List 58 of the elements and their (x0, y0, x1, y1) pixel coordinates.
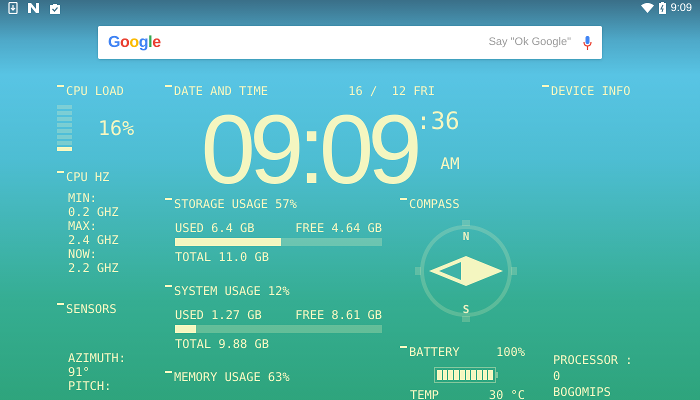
info-text: MIN: (68, 191, 98, 205)
compass-north: N (462, 230, 470, 243)
info-text: 0 (553, 368, 562, 384)
clock-period: AM (440, 155, 460, 173)
widget-title: STORAGE USAGE 57% (174, 197, 297, 212)
dash-mark (57, 171, 64, 173)
search-placeholder: Say "Ok Google" (488, 35, 571, 50)
dash-mark (57, 85, 64, 87)
dash-mark (400, 198, 407, 200)
battery-reading: 100% (496, 345, 525, 360)
info-text: FREE 4.64 GB (295, 221, 382, 235)
dash-mark (400, 346, 407, 348)
widget-title: COMPASS (409, 197, 460, 212)
info-text: MAX: (68, 219, 98, 233)
widget-title: DEVICE INFO (551, 84, 630, 99)
info-text: AZIMUTH: (68, 351, 126, 365)
widget-title: BATTERY (409, 345, 460, 360)
briefcase-check-icon (49, 2, 61, 14)
info-text: PROCESSOR : (553, 352, 632, 368)
battery-charging-icon (658, 2, 666, 14)
widget-title: CPU LOAD (66, 84, 124, 99)
info-text: TEMP (410, 388, 439, 400)
dash-mark (165, 285, 172, 287)
google-logo: Google (108, 32, 161, 52)
info-text: TOTAL 11.0 GB (174, 250, 270, 264)
date-text: 16 / 12 FRI (348, 84, 435, 99)
info-text: TOTAL 9.88 GB (174, 337, 270, 351)
widget-title: MEMORY USAGE 63% (174, 370, 290, 385)
info-text: 91° (68, 365, 91, 379)
info-text: 2.2 GHZ (68, 261, 119, 275)
download-icon (8, 2, 18, 14)
widget-title: SYSTEM USAGE 12% (174, 284, 290, 299)
info-text: 30 °C (488, 388, 525, 400)
clock-time: 09:09 (201, 99, 416, 199)
clock-seconds: :36 (416, 107, 460, 135)
info-text: FREE 8.61 GB (295, 308, 382, 322)
wifi-icon (640, 3, 654, 13)
dash-mark (165, 371, 172, 373)
microphone-icon[interactable] (583, 36, 592, 50)
info-text: NOW: (68, 247, 98, 261)
dash-mark (165, 198, 172, 200)
status-time: 9:09 (670, 2, 692, 14)
cpu-load-reading: 16% (98, 118, 134, 138)
dash-mark (542, 85, 549, 87)
widget-title: DATE AND TIME (174, 84, 268, 99)
search-bar[interactable]: Google Say "Ok Google" (98, 26, 602, 59)
info-text: USED 1.27 GB (175, 308, 262, 322)
info-text: 2.4 GHZ (68, 233, 119, 247)
dash-mark (165, 85, 172, 87)
dash-mark (57, 303, 64, 305)
info-text: PITCH: (68, 379, 112, 393)
info-text: USED 6.4 GB (175, 221, 254, 235)
compass-south: S (462, 303, 470, 316)
info-text: BOGOMIPS (553, 384, 612, 400)
widget-title: CPU HZ (66, 170, 110, 185)
widget-title: SENSORS (66, 302, 117, 317)
info-text: 0.2 GHZ (68, 205, 119, 219)
n-logo-icon (28, 3, 39, 13)
